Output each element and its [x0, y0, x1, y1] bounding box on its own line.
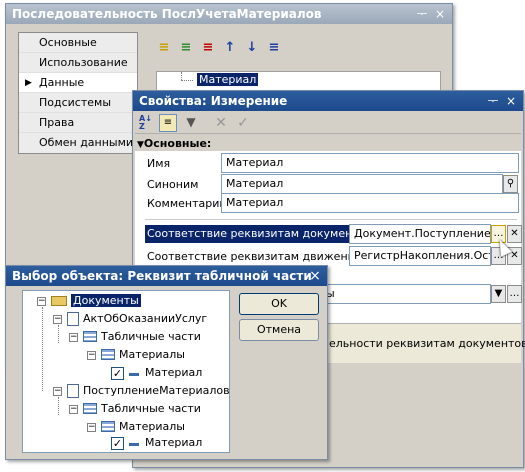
nav-item-usage[interactable]: Использование	[19, 53, 137, 73]
collapse-icon: ▼	[137, 140, 144, 150]
delete-icon[interactable]: ≡	[200, 40, 216, 56]
tree-node-mat1[interactable]: Материалы	[119, 347, 185, 363]
nav-item-label: Обмен данными	[39, 136, 134, 149]
moves-mapping-label: Соответствие реквизитам движений	[147, 250, 362, 263]
properties-toolbar: A↓ Z ≡ ▼ ✕ ✓	[135, 112, 521, 134]
attribute-icon	[129, 373, 139, 376]
properties-window-titlebar[interactable]: Свойства: Измерение	[133, 91, 523, 111]
sort-alphabetical-icon[interactable]: A↓ Z	[139, 115, 155, 131]
comment-field[interactable]: Материал	[221, 193, 519, 213]
nav-item-rights[interactable]: Права	[19, 113, 137, 133]
add-copy-icon[interactable]: ≡	[178, 40, 194, 56]
close-icon[interactable]: ×	[307, 268, 323, 284]
collapse-toggle[interactable]: −	[53, 315, 62, 324]
collapse-toggle[interactable]: −	[69, 333, 78, 342]
tree-node-attr2[interactable]: Материал	[145, 435, 202, 451]
document-icon	[67, 312, 79, 326]
tree-line	[181, 72, 182, 80]
collapse-toggle[interactable]: −	[37, 297, 46, 306]
section-label: Основные:	[143, 137, 212, 150]
object-tree: − Документы − АктОбОказанииУслуг − Табли…	[22, 290, 230, 453]
comment-label: Комментарий	[147, 197, 227, 210]
pin-icon[interactable]: ᅮ	[414, 6, 430, 22]
select-dialog-titlebar[interactable]: Выбор объекта: Реквизит табличной части	[6, 266, 327, 286]
table-icon	[101, 349, 115, 360]
nav-item-label: Права	[39, 116, 75, 129]
tree-line	[181, 80, 193, 81]
sequence-window-title: Последовательность ПослУчетаМатериалов	[12, 7, 322, 21]
synonym-label: Синоним	[147, 178, 199, 191]
nav-item-label: Данные	[39, 76, 85, 89]
document-icon	[67, 384, 79, 398]
nav-item-basic[interactable]: Основные	[19, 33, 137, 53]
tree-node-tab2[interactable]: Табличные части	[101, 401, 201, 417]
tree-line	[58, 325, 59, 343]
close-icon[interactable]: ×	[503, 93, 519, 109]
cancel-button[interactable]: Отмена	[239, 319, 319, 341]
nav-item-label: Использование	[39, 56, 128, 69]
table-icon	[83, 403, 97, 414]
move-up-icon[interactable]: ↑	[222, 40, 238, 56]
filter-icon[interactable]: ▼	[183, 115, 199, 131]
docs-mapping-label-text: Соответствие реквизитам документов	[147, 227, 372, 240]
close-icon[interactable]: ×	[432, 6, 448, 22]
chevron-down-icon[interactable]: ▼	[491, 285, 506, 303]
ellipsis-button[interactable]: …	[507, 285, 522, 303]
select-dialog-title: Выбор объекта: Реквизит табличной части	[12, 269, 312, 283]
nav-item-label: Подсистемы	[39, 96, 112, 109]
pin-icon[interactable]: ᅮ	[485, 93, 501, 109]
name-label: Имя	[147, 157, 171, 170]
attribute-icon	[129, 443, 139, 446]
tree-line	[58, 397, 59, 415]
tree-node-tab1[interactable]: Табличные части	[101, 329, 201, 345]
description-text: ельности реквизитам документов,	[329, 337, 525, 350]
clear-icon[interactable]: ✕	[507, 225, 522, 243]
partial-select-field[interactable]: ы	[321, 284, 491, 304]
tree-node-documents[interactable]: Документы	[71, 293, 141, 309]
properties-window-title: Свойства: Измерение	[139, 94, 288, 108]
attr2-checkbox[interactable]: ✓	[111, 437, 124, 450]
tree-item-label: Материал	[197, 73, 259, 86]
tree-node-mat2[interactable]: Материалы	[119, 419, 185, 435]
nav-item-label: Основные	[39, 36, 97, 49]
add-dimension-icon[interactable]: ≡	[156, 40, 172, 56]
tree-node-label: Документы	[71, 294, 141, 307]
triangle-right-icon: ▶	[25, 78, 32, 88]
select-object-dialog: Выбор объекта: Реквизит табличной части …	[5, 265, 328, 460]
collapse-toggle[interactable]: −	[69, 405, 78, 414]
tree-node-doc1[interactable]: АктОбОказанииУслуг	[83, 311, 207, 327]
apply-icon[interactable]: ✓	[235, 115, 251, 131]
cancel-icon[interactable]: ✕	[213, 115, 229, 131]
nav-item-data[interactable]: ▶ Данные	[19, 73, 137, 93]
tree-node-doc2[interactable]: ПоступлениеМатериалов	[83, 383, 230, 399]
tree-item-material[interactable]: Материал	[197, 72, 259, 88]
section-header[interactable]: ▼Основные:	[137, 137, 211, 150]
moves-mapping-field[interactable]: РегистрНакопления.Остат	[349, 246, 491, 266]
table-icon	[83, 331, 97, 342]
attr1-checkbox[interactable]: ✓	[111, 367, 124, 380]
tree-line	[42, 307, 43, 391]
tree-node-attr1[interactable]: Материал	[145, 365, 202, 381]
folder-icon	[51, 296, 67, 306]
ok-button[interactable]: OK	[239, 293, 319, 315]
nav-item-subsystems[interactable]: Подсистемы	[19, 93, 137, 113]
name-field[interactable]: Материал	[221, 153, 519, 173]
collapse-toggle[interactable]: −	[87, 351, 96, 360]
table-icon	[101, 421, 115, 432]
nav-item-exchange[interactable]: Обмен данными	[19, 133, 137, 153]
categorized-icon[interactable]: ≡	[159, 114, 177, 132]
sequence-nav: Основные Использование ▶ Данные Подсистем…	[18, 32, 138, 154]
synonym-field[interactable]: Материал	[221, 174, 503, 194]
move-down-icon[interactable]: ↓	[244, 40, 260, 56]
separator	[145, 219, 517, 220]
docs-mapping-field[interactable]: Документ.ПоступлениеМат	[349, 224, 491, 244]
collapse-toggle[interactable]: −	[53, 387, 62, 396]
sort-icon[interactable]: ≡	[266, 40, 282, 56]
sequence-window-titlebar[interactable]: Последовательность ПослУчетаМатериалов	[6, 4, 452, 24]
collapse-toggle[interactable]: −	[87, 423, 96, 432]
docs-mapping-label[interactable]: Соответствие реквизитам документов	[145, 225, 372, 243]
search-icon[interactable]: ⚲	[503, 175, 518, 193]
